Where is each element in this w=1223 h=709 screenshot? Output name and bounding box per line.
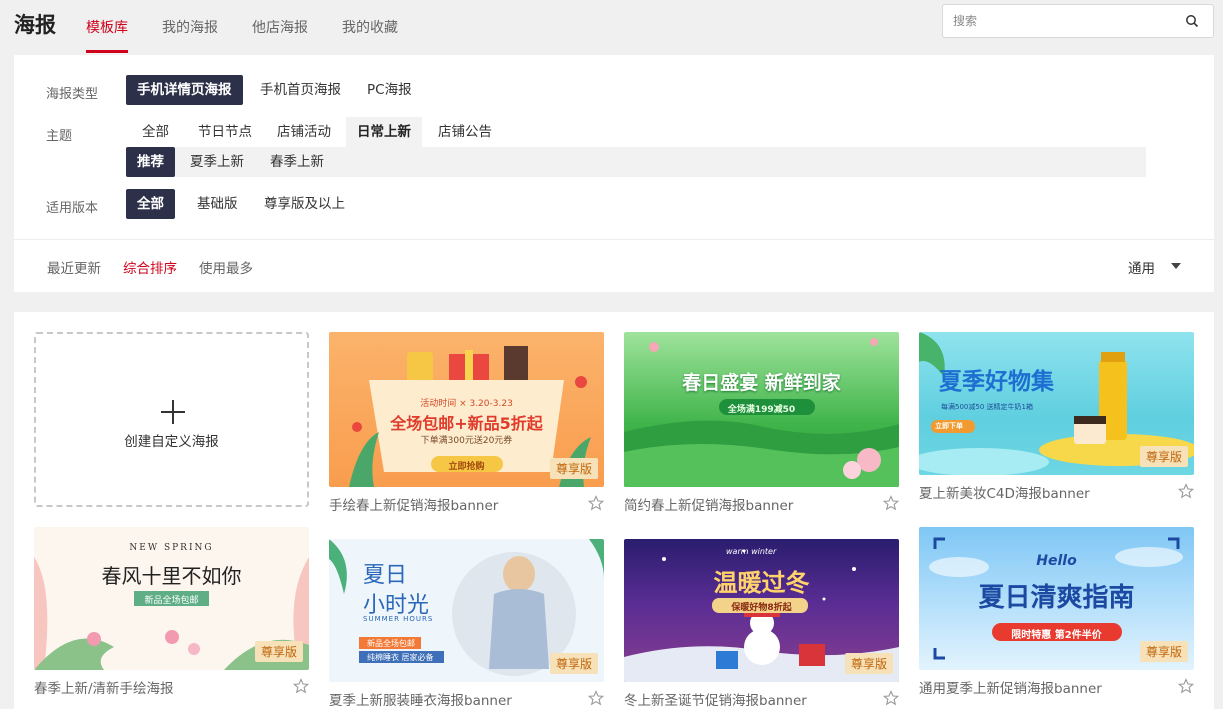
template-title[interactable]: 手绘春上新促销海报banner: [329, 494, 498, 514]
premium-badge: 尊享版: [549, 458, 598, 479]
banner-headline: 夏季好物集: [939, 369, 1054, 395]
banner-line: 新品全场包邮: [144, 596, 199, 606]
divider: [14, 239, 1214, 240]
template-thumbnail[interactable]: NEW SPRING 春风十里不如你 新品全场包邮 尊享版: [34, 527, 309, 670]
premium-badge: 尊享版: [1139, 641, 1188, 662]
banner-line: 纯棉睡衣 居家必备: [367, 653, 434, 662]
tab-other-shop-posters[interactable]: 他店海报: [252, 17, 308, 37]
banner-line: Hello: [1036, 553, 1077, 569]
template-title[interactable]: 通用夏季上新促销海报banner: [919, 677, 1102, 697]
filter-edition-premium[interactable]: 尊享版及以上: [253, 189, 356, 219]
create-custom-poster-label: 创建自定义海报: [124, 434, 219, 450]
premium-badge: 尊享版: [1139, 446, 1188, 467]
create-custom-poster-card[interactable]: 创建自定义海报: [34, 332, 309, 507]
scope-dropdown[interactable]: 通用: [1128, 257, 1155, 277]
filter-type-mobile-home[interactable]: 手机首页海报: [249, 75, 352, 105]
banner-line: 全场满199减50: [727, 405, 796, 415]
sort-comprehensive[interactable]: 综合排序: [123, 257, 177, 277]
sort-most-used[interactable]: 使用最多: [199, 257, 253, 277]
theme-label: 主题: [46, 129, 73, 144]
filter-edition-all[interactable]: 全部: [126, 189, 175, 219]
tab-my-favorites[interactable]: 我的收藏: [342, 17, 398, 37]
search-icon[interactable]: [1185, 14, 1199, 28]
search-box: [942, 4, 1214, 38]
template-thumbnail[interactable]: 活动时间 × 3.20-3.23 全场包邮+新品5折起 下单满300元送20元券…: [329, 332, 604, 487]
premium-badge: 尊享版: [844, 653, 893, 674]
filter-type-pc[interactable]: PC海报: [356, 75, 423, 105]
tab-template-library[interactable]: 模板库: [86, 17, 128, 37]
star-icon[interactable]: [883, 495, 899, 511]
template-thumbnail[interactable]: Hello 夏日清爽指南 限时特惠 第2件半价 尊享版: [919, 527, 1194, 670]
star-icon[interactable]: [293, 678, 309, 694]
template-grid: 创建自定义海报 活动时间 × 3.20-3.23 全场包邮+新品5折起 下单满3…: [14, 312, 1214, 709]
banner-button: 立即下单: [935, 422, 963, 430]
premium-badge: 尊享版: [254, 641, 303, 662]
top-header: 海报 模板库 我的海报 他店海报 我的收藏: [0, 0, 1223, 55]
plus-icon: [161, 400, 185, 424]
filter-edition-basic[interactable]: 基础版: [186, 189, 249, 219]
banner-line: 保暖好物8折起: [731, 603, 792, 613]
sort-recent[interactable]: 最近更新: [47, 257, 101, 277]
filter-panel: 海报类型 手机详情页海报 手机首页海报 PC海报 主题 全部 节日节点 店铺活动…: [14, 55, 1214, 292]
template-thumbnail[interactable]: warm winter 温暖过冬 保暖好物8折起 尊享版: [624, 539, 899, 682]
banner-headline: 春日盛宴 新鲜到家: [682, 372, 841, 394]
search-input[interactable]: [953, 11, 1173, 31]
star-icon[interactable]: [1178, 483, 1194, 499]
banner-headline: 全场包邮+新品5折起: [390, 414, 543, 433]
filter-theme-shop-event[interactable]: 店铺活动: [266, 117, 342, 147]
filter-sub-recommended[interactable]: 推荐: [126, 147, 175, 177]
filter-sub-summer-new[interactable]: 夏季上新: [179, 147, 255, 177]
star-icon[interactable]: [883, 690, 899, 706]
edition-label: 适用版本: [46, 201, 99, 216]
banner-line: 每满500减50 送精定牛奶1箱: [941, 403, 1033, 411]
page-title: 海报: [14, 13, 56, 37]
filter-theme-daily-new[interactable]: 日常上新: [346, 117, 422, 147]
filter-type-mobile-detail[interactable]: 手机详情页海报: [126, 75, 243, 105]
banner-headline: 温暖过冬: [713, 569, 810, 597]
banner-headline: 春风十里不如你: [101, 564, 242, 588]
chevron-down-icon[interactable]: [1171, 263, 1181, 269]
banner-headline: 夏日清爽指南: [978, 583, 1135, 613]
template-thumbnail[interactable]: 春日盛宴 新鲜到家 全场满199减50: [624, 332, 899, 487]
template-title[interactable]: 春季上新/清新手绘海报: [34, 677, 174, 697]
template-title[interactable]: 简约春上新促销海报banner: [624, 494, 793, 514]
template-title[interactable]: 夏上新美妆C4D海报banner: [919, 482, 1090, 502]
template-thumbnail[interactable]: 夏日 小时光 SUMMER HOURS 新品全场包邮 纯棉睡衣 居家必备 尊享版: [329, 539, 604, 682]
banner-line: 下单满300元送20元券: [420, 436, 513, 446]
filter-theme-holiday[interactable]: 节日节点: [187, 117, 263, 147]
template-title[interactable]: 夏季上新服装睡衣海报banner: [329, 689, 512, 709]
filter-sub-spring-new[interactable]: 春季上新: [259, 147, 335, 177]
filter-theme-announcement[interactable]: 店铺公告: [427, 117, 503, 147]
tab-my-posters[interactable]: 我的海报: [162, 17, 218, 37]
template-title[interactable]: 冬上新圣诞节促销海报banner: [624, 689, 807, 709]
active-tab-indicator: [86, 50, 128, 53]
banner-headline: 夏日: [363, 563, 408, 588]
premium-badge: 尊享版: [549, 653, 598, 674]
star-icon[interactable]: [1178, 678, 1194, 694]
banner-line: NEW SPRING: [129, 543, 214, 553]
template-thumbnail[interactable]: 夏季好物集 每满500减50 送精定牛奶1箱 立即下单 尊享版: [919, 332, 1194, 475]
star-icon[interactable]: [588, 495, 604, 511]
star-icon[interactable]: [588, 690, 604, 706]
poster-type-label: 海报类型: [46, 87, 99, 102]
banner-line: 活动时间 × 3.20-3.23: [420, 399, 513, 409]
banner-line: warm winter: [726, 547, 777, 556]
banner-line: SUMMER HOURS: [363, 615, 434, 623]
banner-line: 新品全场包邮: [367, 639, 415, 648]
banner-line: 限时特惠 第2件半价: [1011, 630, 1102, 641]
filter-theme-all[interactable]: 全部: [131, 117, 180, 147]
